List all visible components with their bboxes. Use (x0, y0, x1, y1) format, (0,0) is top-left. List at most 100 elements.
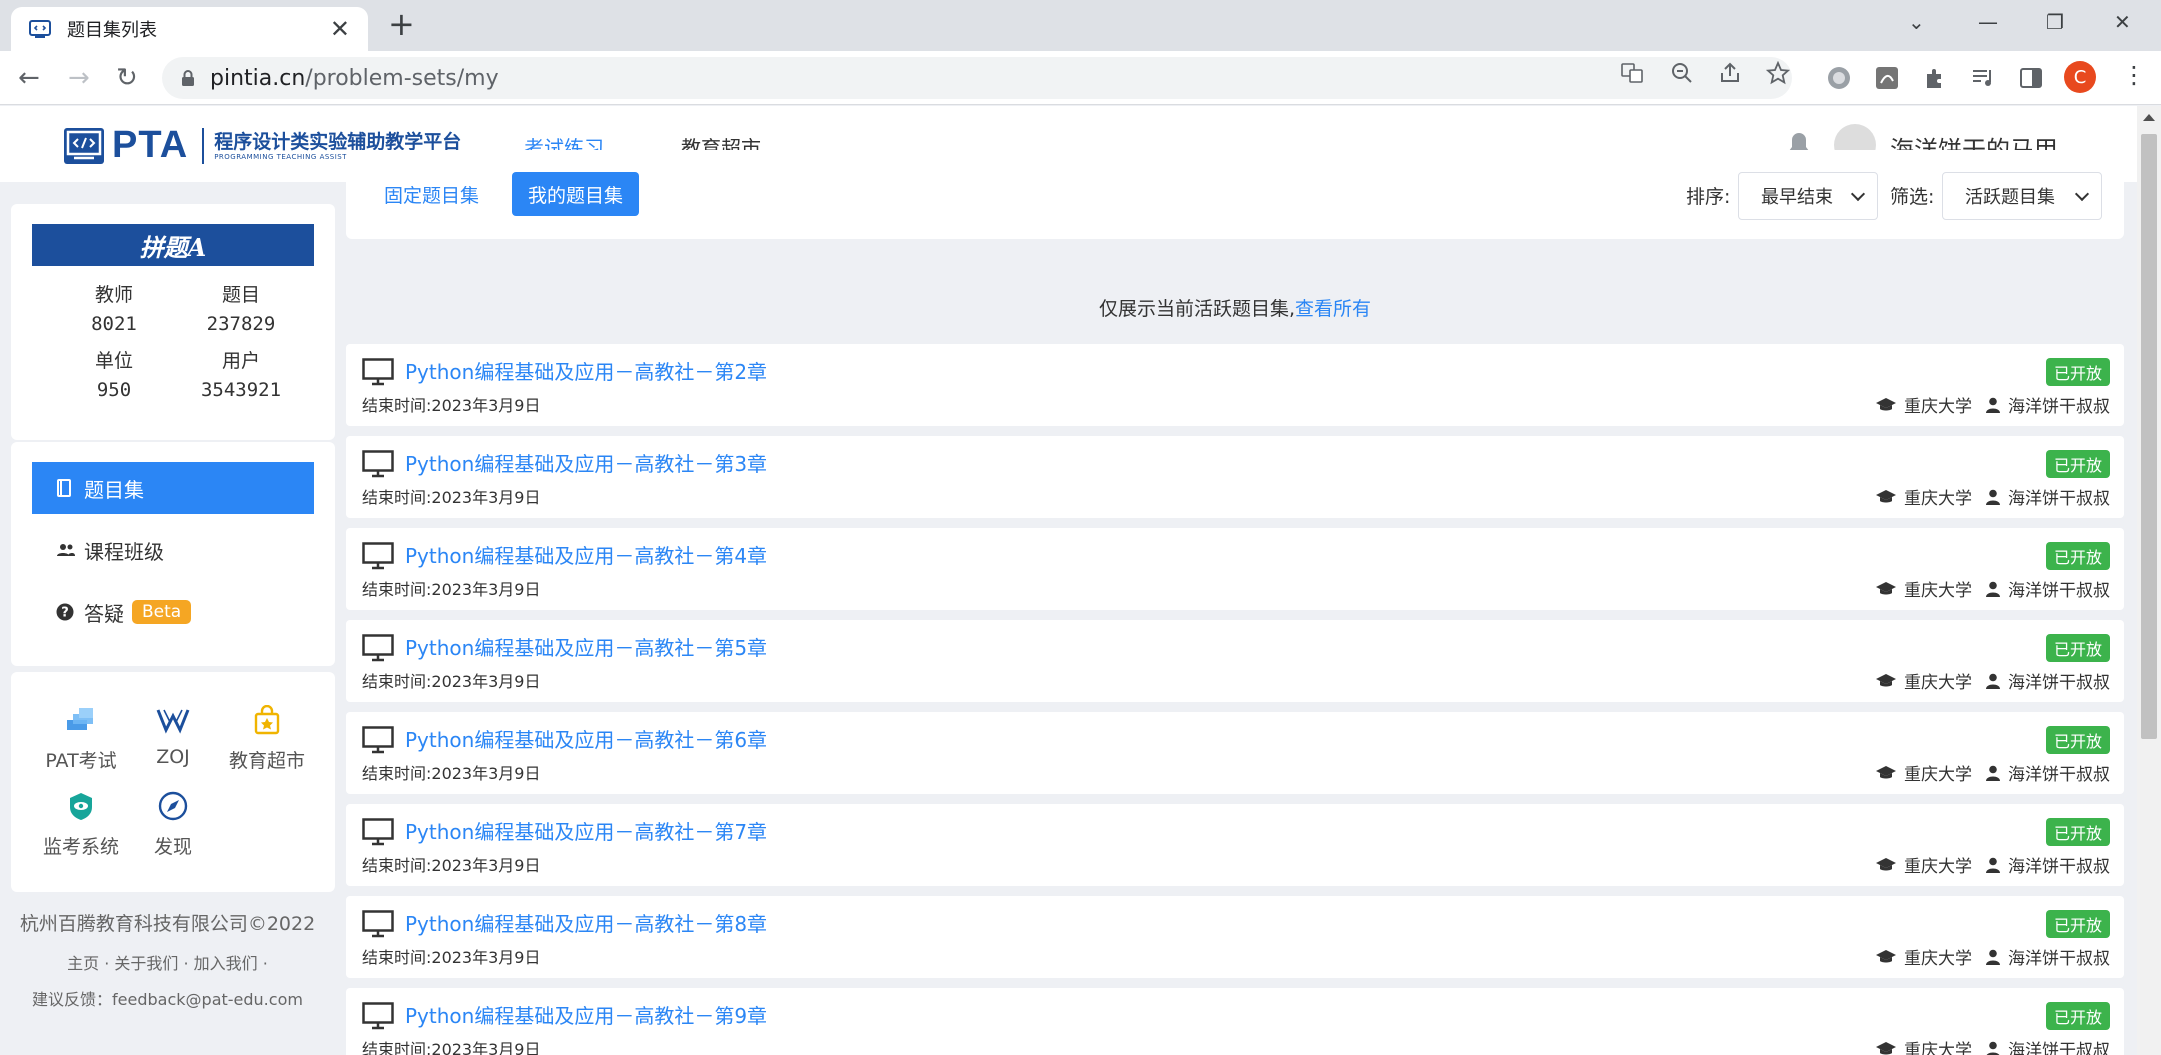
reload-icon[interactable]: ↻ (116, 63, 138, 93)
scroll-up-icon[interactable] (2143, 114, 2155, 121)
problem-set-row[interactable]: Python编程基础及应用－高教社－第7章结束时间:2023年3月9日 已开放重庆… (346, 804, 2124, 886)
favicon-icon (29, 18, 51, 40)
page-scrollbar[interactable] (2137, 106, 2161, 1055)
problem-set-row[interactable]: Python编程基础及应用－高教社－第9章 结束时间:2023年3月9日 已开放 重庆… (346, 988, 2124, 1055)
graduation-cap-icon (1876, 397, 1896, 413)
minimize-icon[interactable]: — (1978, 10, 1998, 34)
status-badge: 已开放 (2045, 910, 2110, 938)
stat-units: 单位 950 (94, 350, 133, 401)
problem-set-tabs-card: 固定题目集 我的题目集 排序: 最早结束 筛选: 活跃题目集 (346, 150, 2124, 239)
pdf-extension-icon[interactable] (1874, 65, 1900, 91)
organization: 重庆大学 (1904, 489, 1972, 509)
problem-set-row[interactable]: Python编程基础及应用－高教社－第6章 结束时间:2023年3月9日 已开放 重庆… (346, 712, 2124, 794)
globe-extension-icon[interactable] (1826, 65, 1852, 91)
owner: 海洋饼干叔叔 (2008, 581, 2110, 601)
new-tab-icon[interactable]: + (388, 8, 415, 40)
sidebar-item-problem-sets[interactable]: 题目集 (32, 462, 314, 514)
end-time: 结束时间:2023年3月9日 (362, 396, 541, 415)
back-icon[interactable]: ← (18, 63, 40, 93)
book-icon (56, 479, 76, 497)
app-pat[interactable]: PAT考试 (31, 702, 131, 773)
problem-set-title[interactable]: Python编程基础及应用－高教社－第6章 (405, 724, 767, 753)
sidebar-item-qa[interactable]: ? 答疑 Beta (32, 586, 314, 638)
problem-set-title[interactable]: Python编程基础及应用－高教社－第5章 (405, 632, 767, 661)
organization: 重庆大学 (1904, 857, 1972, 877)
user-icon (1986, 1041, 2000, 1055)
tab-title: 题目集列表 (67, 20, 157, 41)
chrome-menu-icon[interactable]: ⋮ (2122, 61, 2146, 89)
problem-set-title[interactable]: Python编程基础及应用－高教社－第9章 (405, 1000, 767, 1029)
svg-text:?: ? (61, 606, 69, 621)
problem-set-title[interactable]: Python编程基础及应用－高教社－第8章 (405, 908, 767, 937)
feedback-email[interactable]: 建议反馈：feedback@pat-edu.com (0, 986, 335, 1010)
organization: 重庆大学 (1904, 581, 1972, 601)
problem-set-title[interactable]: Python编程基础及应用－高教社－第4章 (405, 540, 767, 569)
page: PTA 程序设计类实验辅助教学平台 PROGRAMMING TEACHING A… (0, 106, 2137, 1055)
sort-select[interactable]: 最早结束 (1738, 172, 1878, 220)
status-badge: 已开放 (2045, 818, 2110, 846)
user-icon (1986, 949, 2000, 965)
translate-icon[interactable] (1620, 61, 1644, 91)
chevron-down-icon (1850, 186, 1866, 202)
pat-icon (31, 702, 131, 738)
problem-set-title[interactable]: Python编程基础及应用－高教社－第3章 (405, 448, 767, 477)
question-icon: ? (56, 603, 76, 621)
pta-logo-icon (64, 127, 104, 164)
bookmark-star-icon[interactable] (1765, 60, 1791, 91)
url-text: pintia.cn/problem-sets/my (210, 65, 499, 91)
media-controls-icon[interactable] (1970, 65, 1996, 91)
browser-tab[interactable]: 题目集列表 ✕ (11, 7, 368, 51)
tab-my-problem-sets[interactable]: 我的题目集 (512, 172, 640, 216)
problem-set-row[interactable]: Python编程基础及应用－高教社－第5章 结束时间:2023年3月9日 已开放 重庆… (346, 620, 2124, 702)
filter-select[interactable]: 活跃题目集 (1942, 172, 2102, 220)
sidebar-item-classes[interactable]: 课程班级 (32, 524, 314, 576)
profile-avatar[interactable]: C (2064, 61, 2096, 93)
close-tab-icon[interactable]: ✕ (330, 17, 350, 41)
end-time: 结束时间:2023年3月9日 (362, 488, 541, 507)
tab-search-icon[interactable]: ⌄ (1908, 10, 1925, 34)
user-icon (1986, 397, 2000, 413)
address-bar[interactable]: pintia.cn/problem-sets/my (162, 57, 1792, 99)
window-close-icon[interactable]: ✕ (2114, 10, 2131, 34)
app-proctor[interactable]: 监考系统 (31, 788, 131, 859)
organization: 重庆大学 (1904, 397, 1972, 417)
organization: 重庆大学 (1904, 673, 1972, 693)
stat-problems: 题目 237829 (206, 284, 276, 335)
graduation-cap-icon (1876, 765, 1896, 781)
organization: 重庆大学 (1904, 1041, 1972, 1055)
beta-badge: Beta (132, 600, 192, 624)
user-icon (1986, 581, 2000, 597)
zoom-out-icon[interactable] (1670, 61, 1694, 91)
problem-set-row[interactable]: Python编程基础及应用－高教社－第4章 结束时间:2023年3月9日 已开放 重庆… (346, 528, 2124, 610)
pintia-brand-logo: 拼题A (32, 224, 314, 266)
zoj-icon (123, 702, 223, 738)
stats-card: 拼题A 教师 8021 题目 237829 单位 950 用户 3543921 (11, 204, 335, 440)
end-time: 结束时间:2023年3月9日 (362, 856, 541, 875)
forward-icon[interactable]: → (68, 63, 90, 93)
view-all-link[interactable]: 查看所有 (1295, 298, 1371, 320)
extensions-puzzle-icon[interactable] (1922, 65, 1948, 91)
restore-icon[interactable]: ❐ (2046, 10, 2064, 34)
tab-fixed-problem-sets[interactable]: 固定题目集 (368, 172, 495, 216)
problem-set-title[interactable]: Python编程基础及应用－高教社－第7章 (405, 816, 767, 845)
scrollbar-thumb[interactable] (2141, 134, 2157, 739)
problem-set-row[interactable]: Python编程基础及应用－高教社－第3章 结束时间:2023年3月9日 已开放 重庆… (346, 436, 2124, 518)
app-discover[interactable]: 发现 (123, 788, 223, 859)
problem-set-title[interactable]: Python编程基础及应用－高教社－第2章 (405, 356, 767, 385)
app-zoj[interactable]: ZOJ (123, 702, 223, 768)
side-panel-icon[interactable] (2018, 65, 2044, 91)
end-time: 结束时间:2023年3月9日 (362, 580, 541, 599)
problem-set-row[interactable]: Python编程基础及应用－高教社－第2章 结束时间:2023年3月9日 已开放 重庆… (346, 344, 2124, 426)
share-icon[interactable] (1718, 61, 1742, 91)
owner: 海洋饼干叔叔 (2008, 397, 2110, 417)
user-icon (1986, 673, 2000, 689)
app-edu-market[interactable]: 教育超市 (217, 702, 317, 773)
problem-set-meta: 重庆大学 海洋饼干叔叔 (1876, 944, 2110, 969)
problem-set-row[interactable]: Python编程基础及应用－高教社－第8章 结束时间:2023年3月9日 已开放 重庆… (346, 896, 2124, 978)
end-time: 结束时间:2023年3月9日 (362, 1040, 541, 1055)
graduation-cap-icon (1876, 949, 1896, 965)
graduation-cap-icon (1876, 489, 1896, 505)
filter-label: 筛选: (1890, 186, 1935, 208)
footer-links[interactable]: 主页 · 关于我们 · 加入我们 · (0, 950, 335, 974)
apps-card: PAT考试 ZOJ 教育超市 监考系统 发现 (11, 672, 335, 892)
